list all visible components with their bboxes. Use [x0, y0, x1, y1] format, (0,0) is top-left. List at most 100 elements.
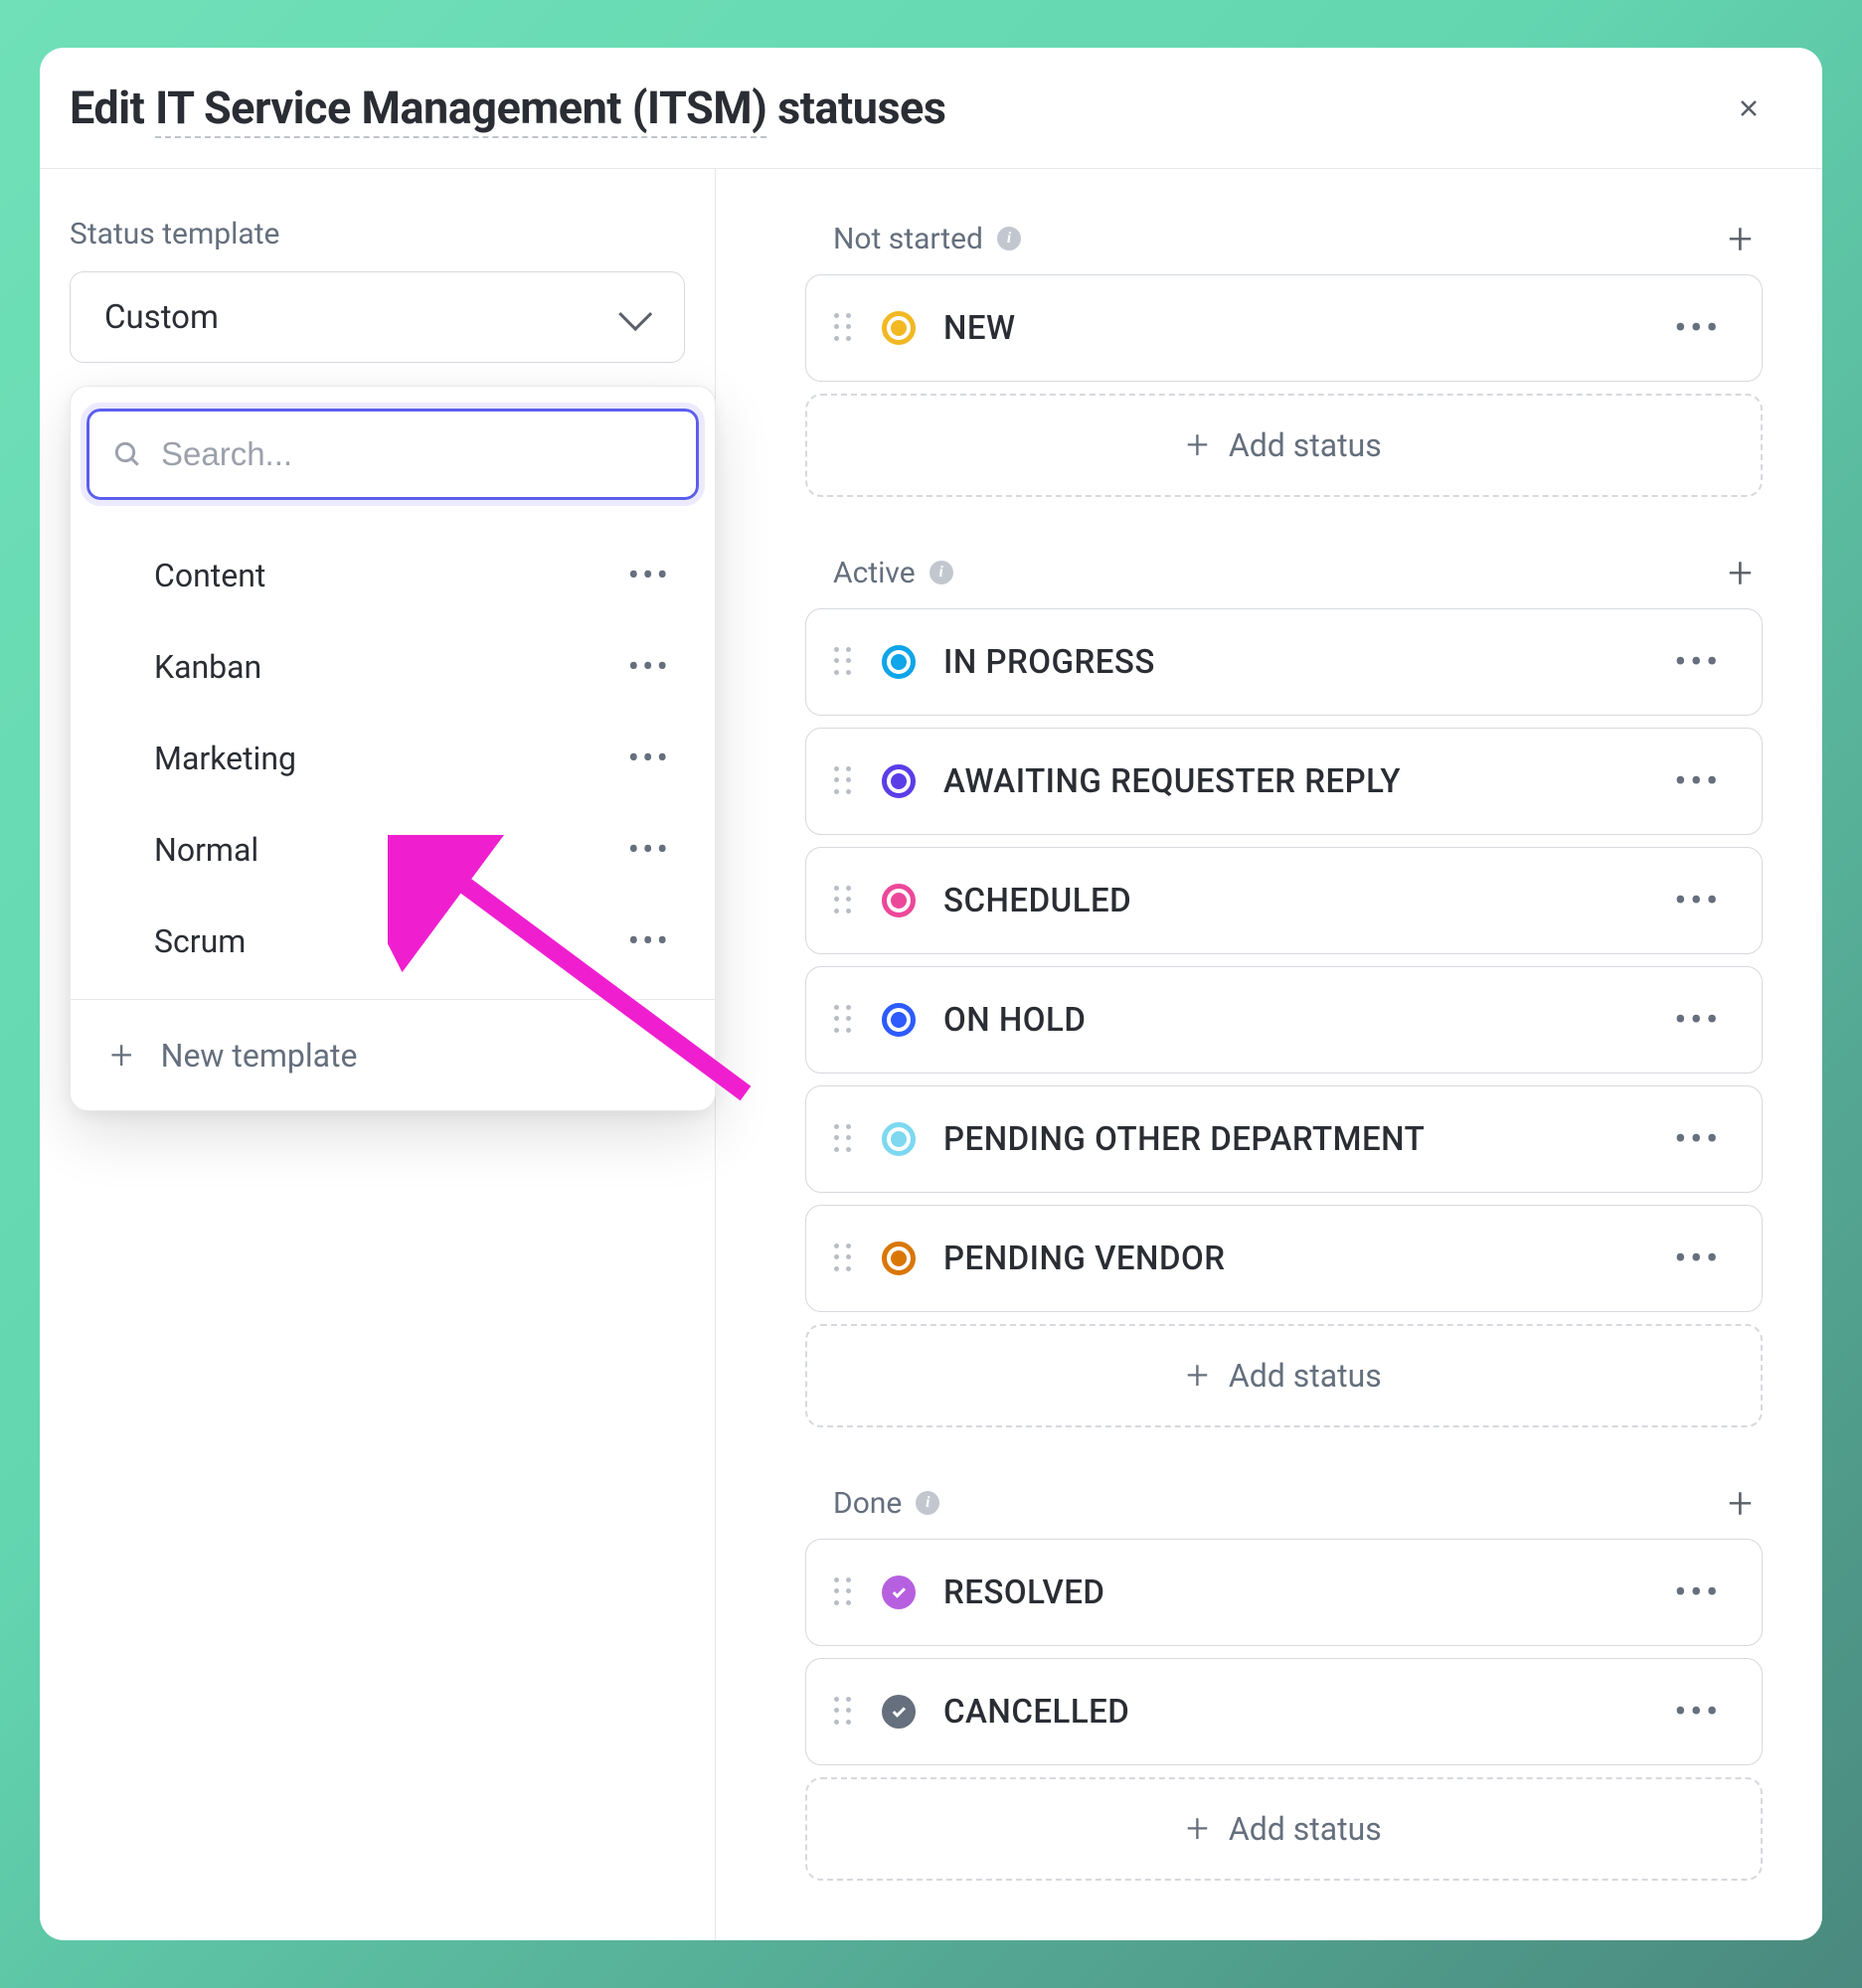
more-icon[interactable]: •••: [1674, 1573, 1722, 1612]
add-status-label: Add status: [1229, 1810, 1382, 1848]
status-row[interactable]: AWAITING REQUESTER REPLY •••: [805, 728, 1763, 835]
status-color-icon: [882, 764, 916, 798]
more-icon[interactable]: •••: [1674, 881, 1722, 920]
more-icon[interactable]: •••: [1674, 642, 1722, 682]
add-status-plus[interactable]: +: [1728, 1481, 1753, 1525]
add-status-button[interactable]: + Add status: [805, 394, 1763, 497]
title-suffix: statuses: [766, 82, 945, 134]
more-icon[interactable]: •••: [1674, 761, 1722, 801]
new-template-button[interactable]: + New template: [71, 999, 715, 1110]
new-template-label: New template: [161, 1037, 358, 1075]
status-color-icon: [882, 1242, 916, 1275]
status-color-icon: [882, 645, 916, 679]
template-option-label: Scrum: [154, 922, 246, 960]
more-icon[interactable]: •••: [1674, 308, 1722, 348]
status-row[interactable]: PENDING OTHER DEPARTMENT •••: [805, 1085, 1763, 1193]
modal-title: Edit IT Service Management (ITSM) status…: [70, 82, 945, 134]
drag-handle-icon[interactable]: [834, 1124, 854, 1154]
more-icon[interactable]: •••: [1674, 1000, 1722, 1040]
plus-icon: +: [110, 1036, 133, 1076]
title-prefix: Edit: [70, 82, 155, 134]
add-status-label: Add status: [1229, 426, 1382, 464]
status-color-icon: [882, 1003, 916, 1037]
close-icon: [1735, 94, 1763, 122]
status-label: CANCELLED: [943, 1693, 1646, 1732]
more-icon[interactable]: •••: [628, 556, 671, 595]
template-option-label: Marketing: [154, 740, 296, 777]
more-icon[interactable]: •••: [628, 830, 671, 870]
template-option[interactable]: Normal •••: [86, 804, 699, 896]
add-status-button[interactable]: + Add status: [805, 1324, 1763, 1427]
search-input[interactable]: [161, 435, 674, 473]
status-row[interactable]: IN PROGRESS •••: [805, 608, 1763, 716]
plus-icon: +: [1186, 425, 1209, 465]
status-row[interactable]: PENDING VENDOR•••: [805, 1205, 1763, 1312]
more-icon[interactable]: •••: [1674, 1239, 1722, 1278]
status-row[interactable]: SCHEDULED •••: [805, 847, 1763, 954]
info-icon[interactable]: i: [997, 227, 1021, 250]
status-template-select[interactable]: Custom: [70, 271, 685, 363]
drag-handle-icon[interactable]: [834, 886, 854, 915]
template-option-label: Content: [154, 557, 265, 594]
more-icon[interactable]: •••: [628, 647, 671, 687]
group-name: Active: [833, 556, 916, 590]
status-label: RESOLVED: [943, 1574, 1646, 1612]
status-color-icon: [882, 1695, 916, 1729]
group-title: Donei: [833, 1486, 939, 1521]
template-option-label: Normal: [154, 831, 258, 869]
drag-handle-icon[interactable]: [834, 766, 854, 796]
more-icon[interactable]: •••: [628, 921, 671, 961]
search-icon: [111, 438, 143, 470]
template-dropdown: Content ••• Kanban ••• Marketing ••• Normal •••…: [70, 386, 716, 1111]
group-title: Not startedi: [833, 222, 1021, 256]
group-name: Done: [833, 1486, 902, 1521]
status-label: SCHEDULED: [943, 882, 1646, 920]
template-option[interactable]: Scrum •••: [86, 896, 699, 987]
template-option[interactable]: Kanban •••: [86, 621, 699, 713]
group-header: Activei +: [805, 551, 1763, 594]
edit-statuses-modal: Edit IT Service Management (ITSM) status…: [40, 48, 1822, 1940]
status-row[interactable]: ON HOLD •••: [805, 966, 1763, 1074]
template-option[interactable]: Content •••: [86, 530, 699, 621]
drag-handle-icon[interactable]: [834, 1697, 854, 1727]
status-label: PENDING OTHER DEPARTMENT: [943, 1120, 1646, 1159]
drag-handle-icon[interactable]: [834, 313, 854, 343]
group-header: Donei +: [805, 1481, 1763, 1525]
status-template-selected: Custom: [104, 298, 219, 337]
status-color-icon: [882, 311, 916, 345]
plus-icon: +: [1186, 1356, 1209, 1396]
status-row[interactable]: CANCELLED •••: [805, 1658, 1763, 1765]
add-status-label: Add status: [1229, 1357, 1382, 1395]
drag-handle-icon[interactable]: [834, 1005, 854, 1035]
template-option-label: Kanban: [154, 648, 261, 686]
status-color-icon: [882, 1575, 916, 1609]
right-pane: Not startedi+NEW•••+Add statusActivei+IN…: [716, 169, 1822, 1940]
status-label: ON HOLD: [943, 1001, 1646, 1040]
modal-body: Status template Custom Content ••• Kanban •…: [40, 169, 1822, 1940]
add-status-button[interactable]: + Add status: [805, 1777, 1763, 1881]
drag-handle-icon[interactable]: [834, 1243, 854, 1273]
status-color-icon: [882, 884, 916, 917]
status-color-icon: [882, 1122, 916, 1156]
more-icon[interactable]: •••: [1674, 1119, 1722, 1159]
add-status-plus[interactable]: +: [1728, 551, 1753, 594]
status-row[interactable]: NEW•••: [805, 274, 1763, 382]
add-status-plus[interactable]: +: [1728, 217, 1753, 260]
more-icon[interactable]: •••: [628, 739, 671, 778]
more-icon[interactable]: •••: [1674, 1692, 1722, 1732]
template-search[interactable]: [86, 409, 699, 500]
left-pane: Status template Custom Content ••• Kanban •…: [40, 169, 716, 1940]
drag-handle-icon[interactable]: [834, 1577, 854, 1607]
group-header: Not startedi +: [805, 217, 1763, 260]
status-label: IN PROGRESS: [943, 643, 1646, 682]
drag-handle-icon[interactable]: [834, 647, 854, 677]
plus-icon: +: [1186, 1809, 1209, 1849]
close-button[interactable]: [1729, 88, 1769, 128]
info-icon[interactable]: i: [916, 1491, 939, 1515]
template-option[interactable]: Marketing •••: [86, 713, 699, 804]
title-entity: IT Service Management (ITSM): [155, 82, 766, 138]
status-template-label: Status template: [70, 217, 685, 251]
status-label: AWAITING REQUESTER REPLY: [943, 762, 1646, 801]
info-icon[interactable]: i: [930, 561, 953, 584]
status-row[interactable]: RESOLVED •••: [805, 1539, 1763, 1646]
